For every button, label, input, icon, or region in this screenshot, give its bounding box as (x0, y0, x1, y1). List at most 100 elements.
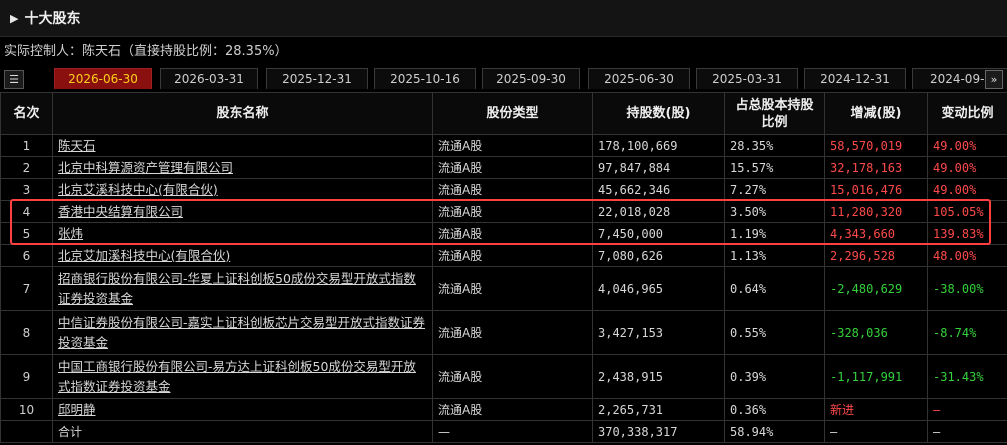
rank-cell: 8 (0, 310, 53, 355)
shareholder-link[interactable]: 中信证券股份有限公司-嘉实上证科创板芯片交易型开放式指数证券投资基金 (58, 313, 427, 353)
header-holding-pct: 占总股本持股比例 (724, 92, 825, 135)
shares-held-cell: 2,265,731 (592, 398, 725, 421)
change-cell: 2,296,528 (824, 244, 928, 267)
table-row: 5 张炜 流通A股 7,450,000 1.19% 4,343,660 139.83% (0, 222, 1007, 245)
total-rank-cell (0, 420, 53, 443)
shares-held-cell: 97,847,884 (592, 156, 725, 179)
tab-period[interactable]: 2025-03-31 (696, 68, 798, 89)
shares-held-cell: 22,018,028 (592, 200, 725, 223)
rank-cell: 10 (0, 398, 53, 421)
change-pct-cell: 49.00% (927, 156, 1007, 179)
shareholder-name-cell: 中国工商银行股份有限公司-易方达上证科创板50成份交易型开放式指数证券投资基金 (52, 354, 433, 399)
header-shares-held: 持股数(股) (592, 92, 725, 135)
rank-cell: 3 (0, 178, 53, 201)
total-change-pct: — (927, 420, 1007, 443)
share-type-cell: 流通A股 (432, 156, 593, 179)
share-type-cell: 流通A股 (432, 266, 593, 311)
rank-cell: 9 (0, 354, 53, 399)
tab-period[interactable]: 2025-12-31 (266, 68, 368, 89)
shareholder-name-cell: 北京艾加溪科技中心(有限合伙) (52, 244, 433, 267)
header-share-type: 股份类型 (432, 92, 593, 135)
shares-held-cell: 4,046,965 (592, 266, 725, 311)
shareholder-name-cell: 北京艾溪科技中心(有限合伙) (52, 178, 433, 201)
change-pct-cell: 139.83% (927, 222, 1007, 245)
list-view-icon[interactable]: ☰ (4, 70, 24, 89)
holding-pct-cell: 0.64% (724, 266, 825, 311)
header-change: 增减(股) (824, 92, 928, 135)
top-ten-shareholders-table: 名次 股东名称 股份类型 持股数(股) 占总股本持股比例 增减(股) 变动比例 … (0, 92, 1007, 443)
change-cell: 11,280,320 (824, 200, 928, 223)
shareholder-link[interactable]: 陈天石 (58, 136, 427, 156)
holding-pct-cell: 28.35% (724, 134, 825, 157)
tab-period[interactable]: 2025-10-16 (374, 68, 476, 89)
next-tabs-icon[interactable]: » (985, 70, 1003, 89)
tab-period[interactable]: 2025-09-30 (482, 68, 580, 89)
total-type: — (432, 420, 593, 443)
share-type-cell: 流通A股 (432, 178, 593, 201)
shareholder-link[interactable]: 北京艾溪科技中心(有限合伙) (58, 180, 427, 200)
change-pct-cell: 48.00% (927, 244, 1007, 267)
holding-pct-cell: 0.36% (724, 398, 825, 421)
header-rank: 名次 (0, 92, 53, 135)
share-type-cell: 流通A股 (432, 200, 593, 223)
section-title: 十大股东 (24, 11, 81, 27)
table-row: 2 北京中科算源资产管理有限公司 流通A股 97,847,884 15.57% 32,17… (0, 156, 1007, 179)
shareholder-name-cell: 中信证券股份有限公司-嘉实上证科创板芯片交易型开放式指数证券投资基金 (52, 310, 433, 355)
change-pct-cell: — (927, 398, 1007, 421)
shareholder-link[interactable]: 邱明静 (58, 400, 427, 420)
share-type-cell: 流通A股 (432, 354, 593, 399)
share-type-cell: 流通A股 (432, 310, 593, 355)
header-shareholder-name: 股东名称 (52, 92, 433, 135)
shareholder-name-cell: 邱明静 (52, 398, 433, 421)
shares-held-cell: 7,080,626 (592, 244, 725, 267)
period-tabs: ☰ 2026-06-30 2026-03-31 2025-12-31 2025-10-… (0, 66, 1007, 90)
shareholder-link[interactable]: 张炜 (58, 224, 427, 244)
shareholder-link[interactable]: 北京艾加溪科技中心(有限合伙) (58, 246, 427, 266)
tab-period[interactable]: 2026-06-30 (54, 68, 152, 89)
rank-cell: 4 (0, 200, 53, 223)
share-type-cell: 流通A股 (432, 222, 593, 245)
change-cell: 32,178,163 (824, 156, 928, 179)
section-header[interactable]: ▶ 十大股东 (0, 0, 1007, 37)
tab-period[interactable]: 2025-06-30 (588, 68, 690, 89)
change-pct-cell: -8.74% (927, 310, 1007, 355)
total-label: 合计 (52, 420, 433, 443)
table-row: 1 陈天石 流通A股 178,100,669 28.35% 58,570,019 49.00… (0, 134, 1007, 157)
holding-pct-cell: 0.39% (724, 354, 825, 399)
expand-triangle-icon[interactable]: ▶ (10, 12, 18, 25)
rank-cell: 6 (0, 244, 53, 267)
table-row: 9 中国工商银行股份有限公司-易方达上证科创板50成份交易型开放式指数证券投资基金… (0, 354, 1007, 399)
holding-pct-cell: 1.19% (724, 222, 825, 245)
change-cell: -328,036 (824, 310, 928, 355)
tab-period[interactable]: 2026-03-31 (160, 68, 258, 89)
table-row: 7 招商银行股份有限公司-华夏上证科创板50成份交易型开放式指数证券投资基金 流通A… (0, 266, 1007, 311)
total-change: — (824, 420, 928, 443)
share-type-cell: 流通A股 (432, 244, 593, 267)
change-cell: -1,117,991 (824, 354, 928, 399)
shareholder-link[interactable]: 香港中央结算有限公司 (58, 202, 427, 222)
rank-cell: 2 (0, 156, 53, 179)
change-pct-cell: -31.43% (927, 354, 1007, 399)
change-cell: 4,343,660 (824, 222, 928, 245)
table-row: 4 香港中央结算有限公司 流通A股 22,018,028 3.50% 11,280,320… (0, 200, 1007, 223)
total-pct: 58.94% (724, 420, 825, 443)
change-pct-cell: 49.00% (927, 134, 1007, 157)
shareholder-link[interactable]: 中国工商银行股份有限公司-易方达上证科创板50成份交易型开放式指数证券投资基金 (58, 357, 427, 397)
holding-pct-cell: 15.57% (724, 156, 825, 179)
table-row: 6 北京艾加溪科技中心(有限合伙) 流通A股 7,080,626 1.13% 2,296,… (0, 244, 1007, 267)
share-type-cell: 流通A股 (432, 134, 593, 157)
shareholder-name-cell: 香港中央结算有限公司 (52, 200, 433, 223)
holding-pct-cell: 3.50% (724, 200, 825, 223)
shares-held-cell: 7,450,000 (592, 222, 725, 245)
table-row: 10 邱明静 流通A股 2,265,731 0.36% 新进 — (0, 398, 1007, 421)
shareholder-link[interactable]: 北京中科算源资产管理有限公司 (58, 158, 427, 178)
holding-pct-cell: 1.13% (724, 244, 825, 267)
shares-held-cell: 45,662,346 (592, 178, 725, 201)
shares-held-cell: 2,438,915 (592, 354, 725, 399)
shareholder-name-cell: 北京中科算源资产管理有限公司 (52, 156, 433, 179)
shareholder-link[interactable]: 招商银行股份有限公司-华夏上证科创板50成份交易型开放式指数证券投资基金 (58, 269, 427, 309)
tab-period[interactable]: 2024-12-31 (804, 68, 906, 89)
shareholder-name-cell: 招商银行股份有限公司-华夏上证科创板50成份交易型开放式指数证券投资基金 (52, 266, 433, 311)
change-pct-cell: 105.05% (927, 200, 1007, 223)
rank-cell: 5 (0, 222, 53, 245)
